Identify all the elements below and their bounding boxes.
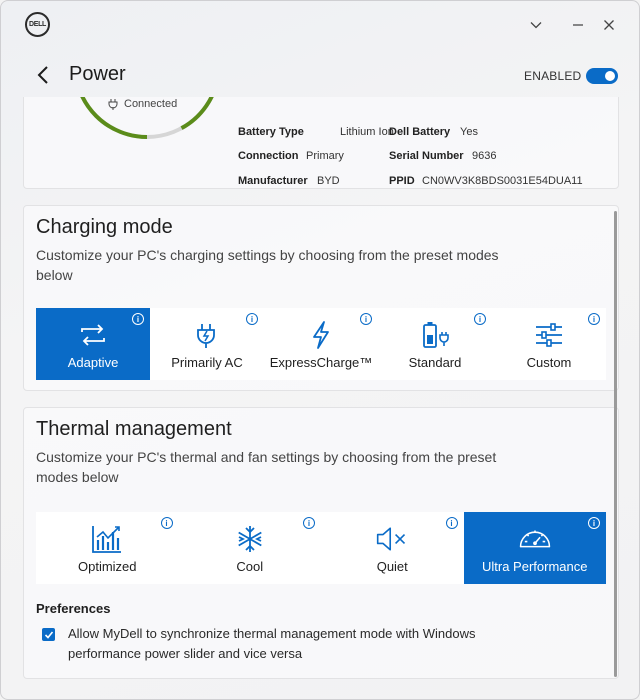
charging-mode-title: Charging mode <box>36 216 173 238</box>
info-icon[interactable]: i <box>246 313 258 325</box>
battery-type-value: Lithium Ion <box>340 126 394 138</box>
info-icon[interactable]: i <box>588 313 600 325</box>
info-icon[interactable]: i <box>588 517 600 529</box>
speedometer-icon <box>518 522 552 556</box>
scroll-content: Connected Battery Type Lithium Ion Dell … <box>1 97 639 699</box>
enabled-label: ENABLED <box>524 69 582 83</box>
thermal-management-card: Thermal management Customize your PC's t… <box>23 407 619 679</box>
mode-label: Adaptive <box>67 355 119 370</box>
thermal-mode-optimized[interactable]: i Optimized <box>36 512 179 584</box>
charging-mode-selector: i Adaptive i Primarily AC i ExpressCharg… <box>36 308 606 380</box>
close-button[interactable] <box>598 14 620 36</box>
speaker-mute-icon <box>375 522 409 556</box>
dell-logo: DELL <box>25 12 50 37</box>
preferences-title: Preferences <box>36 601 111 616</box>
charging-mode-expresscharge[interactable]: i ExpressCharge™ <box>264 308 378 380</box>
connection-status: Connected <box>108 98 177 110</box>
mode-label: Cool <box>236 559 264 574</box>
lightning-icon <box>304 318 338 352</box>
ppid-value: CN0WV3K8BDS0031E54DUA11 <box>422 175 583 187</box>
info-icon[interactable]: i <box>303 517 315 529</box>
snowflake-icon <box>233 522 267 556</box>
serial-number-value: 9636 <box>472 150 497 162</box>
chevron-down-icon[interactable] <box>525 14 547 36</box>
thermal-management-description: Customize your PC's thermal and fan sett… <box>36 449 497 485</box>
info-icon[interactable]: i <box>132 313 144 325</box>
thermal-mode-cool[interactable]: i Cool <box>179 512 322 584</box>
charging-mode-card: Charging mode Customize your PC's chargi… <box>23 205 619 391</box>
connection-value: Primary <box>306 150 344 162</box>
minimize-button[interactable] <box>567 14 589 36</box>
battery-type-label: Battery Type <box>238 126 304 138</box>
sliders-icon <box>532 318 566 352</box>
back-arrow-icon <box>37 66 48 84</box>
charging-mode-primarily-ac[interactable]: i Primarily AC <box>150 308 264 380</box>
checkmark-icon <box>44 630 53 639</box>
mode-label: ExpressCharge™ <box>269 355 373 370</box>
sync-checkbox-label: Allow MyDell to synchronize thermal mana… <box>68 626 476 661</box>
charging-mode-standard[interactable]: i Standard <box>378 308 492 380</box>
scrollbar[interactable] <box>614 211 617 677</box>
enabled-toggle[interactable] <box>586 68 618 84</box>
charging-mode-description: Customize your PC's charging settings by… <box>36 247 499 283</box>
app-window: DELL Power ENABLED Connected Battery Typ… <box>0 0 640 700</box>
mode-label: Custom <box>526 355 572 370</box>
toggle-knob <box>605 71 615 81</box>
dell-battery-label: Dell Battery <box>389 126 451 138</box>
mode-label: Primarily AC <box>171 355 243 370</box>
sync-checkbox[interactable] <box>42 628 55 641</box>
back-button[interactable] <box>33 62 53 88</box>
battery-plug-icon <box>418 318 452 352</box>
adaptive-icon <box>76 318 110 352</box>
thermal-management-title: Thermal management <box>36 418 232 440</box>
battery-info-card: Connected Battery Type Lithium Ion Dell … <box>23 97 619 189</box>
serial-number-label: Serial Number <box>389 150 464 162</box>
mode-label: Standard <box>408 355 462 370</box>
connection-label: Connection <box>238 150 299 162</box>
page-title: Power <box>69 63 126 85</box>
thermal-mode-selector: i Optimized i Cool i Quiet i Ultra Perfo… <box>36 512 606 584</box>
info-icon[interactable]: i <box>445 517 458 529</box>
charging-mode-adaptive[interactable]: i Adaptive <box>36 308 150 380</box>
manufacturer-value: BYD <box>317 175 340 187</box>
mode-label: Optimized <box>77 559 137 574</box>
mode-label: Ultra Performance <box>482 559 588 574</box>
plug-icon <box>190 318 224 352</box>
dell-battery-value: Yes <box>460 126 478 138</box>
thermal-mode-quiet[interactable]: i Quiet <box>321 512 464 584</box>
info-icon[interactable]: i <box>474 313 486 325</box>
bar-chart-icon <box>90 522 124 556</box>
info-icon[interactable]: i <box>360 313 372 325</box>
plug-icon <box>108 99 118 110</box>
ppid-label: PPID <box>389 175 415 187</box>
manufacturer-label: Manufacturer <box>238 175 308 187</box>
charging-mode-custom[interactable]: i Custom <box>492 308 606 380</box>
mode-label: Quiet <box>376 559 408 574</box>
thermal-mode-ultra-performance[interactable]: i Ultra Performance <box>463 512 606 584</box>
info-icon[interactable]: i <box>160 517 173 529</box>
